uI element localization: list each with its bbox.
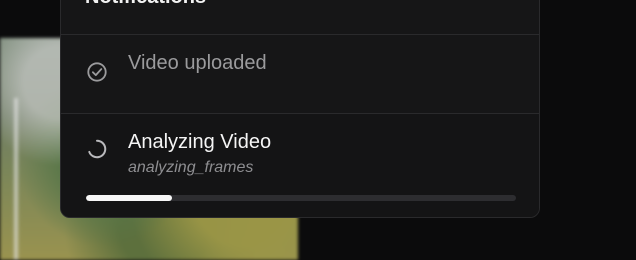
progress-bar: [86, 195, 516, 201]
notification-item-video-uploaded: Video uploaded: [61, 35, 539, 113]
notification-title: Video uploaded: [128, 52, 267, 74]
notifications-panel: Notifications Video uploaded Analyzing V…: [60, 0, 540, 218]
notification-title: Analyzing Video: [128, 131, 272, 153]
notification-subtitle: analyzing_frames: [128, 159, 254, 176]
loading-spinner-icon: [88, 139, 107, 159]
screen: Notifications Video uploaded Analyzing V…: [0, 0, 636, 260]
thumbnail-pole: [14, 98, 18, 260]
panel-title: Notifications: [85, 0, 206, 9]
check-circle-icon: [87, 62, 107, 82]
notification-item-analyzing-video: Analyzing Video analyzing_frames: [61, 114, 539, 217]
progress-bar-fill: [86, 195, 172, 201]
